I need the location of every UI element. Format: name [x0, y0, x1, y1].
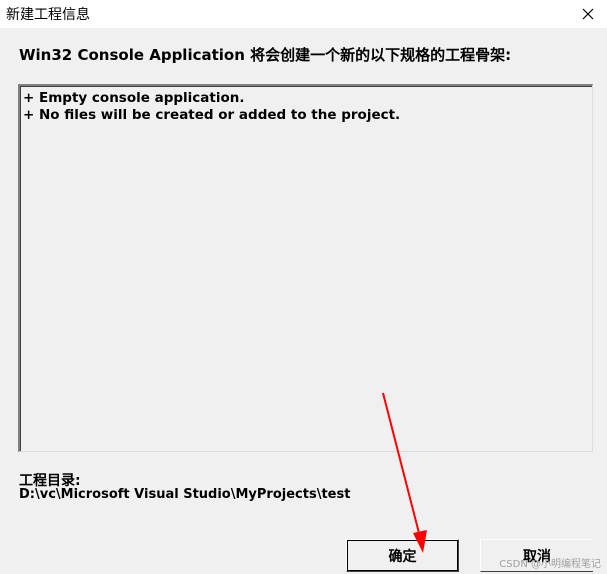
window-title: 新建工程信息	[6, 7, 90, 23]
dialog-heading: Win32 Console Application 将会创建一个新的以下规格的工…	[19, 46, 512, 64]
title-bar: 新建工程信息	[0, 0, 607, 28]
info-line: + Empty console application.	[23, 90, 245, 106]
info-line: + No files will be created or added to t…	[23, 107, 401, 123]
dialog-window: 新建工程信息 Win32 Console Application 将会创建一个新…	[0, 0, 607, 574]
close-icon	[582, 8, 594, 20]
project-directory-path: D:\vc\Microsoft Visual Studio\MyProjects…	[19, 487, 351, 502]
ok-button[interactable]: 确定	[346, 539, 459, 572]
watermark: CSDN @小明编程笔记	[499, 559, 601, 570]
close-button[interactable]	[569, 0, 607, 28]
project-info-box[interactable]: + Empty console application. + No files …	[18, 84, 593, 452]
